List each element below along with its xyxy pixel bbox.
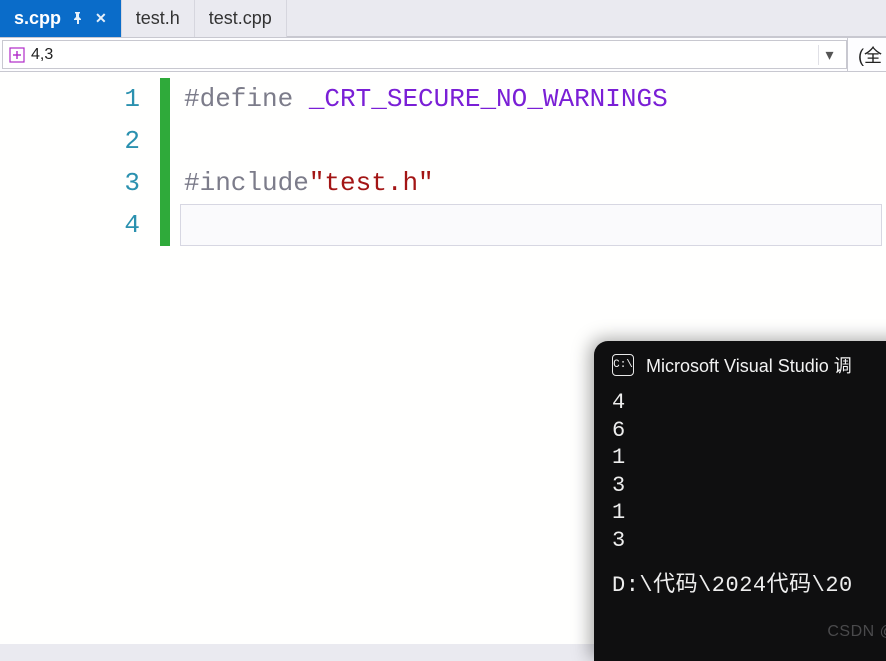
nav-right-hint: (全 [847,38,886,71]
scope-text: 4,3 [31,46,53,64]
code-line[interactable]: #define _CRT_SECURE_NO_WARNINGS [184,78,886,120]
line-number-gutter: 1234 [0,72,160,644]
watermark-text: CSDN @4tuyumaoxiao [827,623,886,641]
console-line: 6 [612,417,886,445]
pin-icon[interactable] [71,11,85,27]
console-line: 4 [612,389,886,417]
chevron-down-icon: ▾ [825,45,833,65]
code-token: #include [184,168,309,198]
code-token: _CRT_SECURE_NO_WARNINGS [309,84,668,114]
code-token: #define [184,84,309,114]
scope-icon [9,47,25,63]
scope-selector[interactable]: 4,3 ▾ [2,40,847,69]
code-token: "test.h" [309,168,434,198]
console-icon: C:\ [612,354,634,376]
nav-bar: 4,3 ▾ (全 [0,38,886,72]
tab-active[interactable]: s.cpp ✕ [0,0,122,37]
change-indicator-bar [160,72,170,644]
console-output[interactable]: 461313D:\代码\2024代码\20 [594,389,886,612]
line-number: 3 [0,162,160,204]
line-number: 1 [0,78,160,120]
console-line: 3 [612,527,886,555]
line-number: 2 [0,120,160,162]
tab-label: s.cpp [14,8,61,29]
tab-label: test.h [136,8,180,29]
tab-test-h[interactable]: test.h [122,0,195,37]
tab-bar: s.cpp ✕ test.h test.cpp [0,0,886,38]
code-line[interactable] [184,120,886,162]
console-line: 3 [612,472,886,500]
line-number: 4 [0,204,160,246]
code-line[interactable]: #include"test.h" [184,162,886,204]
nav-right-text: (全 [858,42,882,68]
change-marker [160,204,170,246]
console-titlebar[interactable]: C:\ Microsoft Visual Studio 调 [594,341,886,389]
scope-dropdown-button[interactable]: ▾ [818,45,840,65]
change-marker [160,162,170,204]
code-line[interactable] [180,204,882,246]
change-marker [160,120,170,162]
close-icon[interactable]: ✕ [95,10,107,27]
console-path-line: D:\代码\2024代码\20 [612,572,886,600]
debug-console-window: C:\ Microsoft Visual Studio 调 461313D:\代… [594,341,886,661]
console-title-text: Microsoft Visual Studio 调 [646,352,852,378]
tab-label: test.cpp [209,8,272,29]
change-marker [160,78,170,120]
tab-test-cpp[interactable]: test.cpp [195,0,287,37]
console-line: 1 [612,444,886,472]
tab-bar-filler [287,0,886,37]
console-line: 1 [612,499,886,527]
